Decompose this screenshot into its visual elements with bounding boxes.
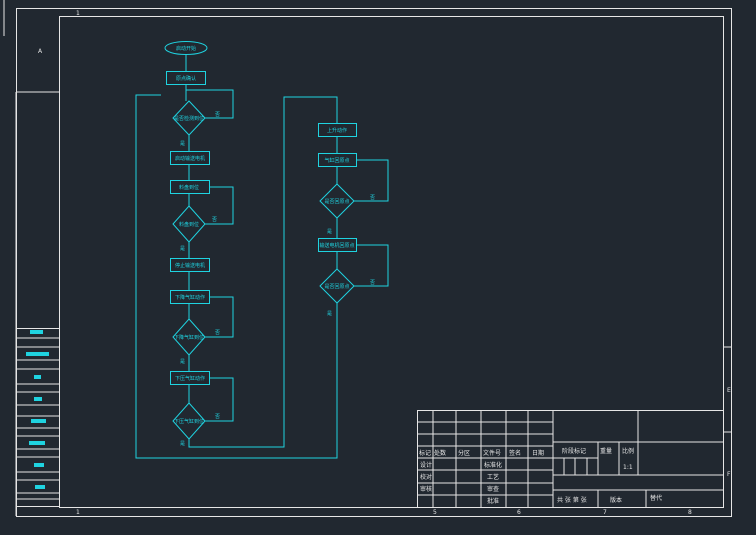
decision-lower-cyl-label: 下降气缸到位 bbox=[174, 334, 204, 341]
left-strip-table bbox=[16, 328, 60, 507]
svg-text:是: 是 bbox=[327, 229, 332, 235]
flowchart-right: 上升动作 气缸回原点 是否回原点 否 是 输送电机回原点 是否回原点 否 是 bbox=[318, 123, 389, 317]
stage-mark-label: 阶段标记 bbox=[562, 447, 586, 455]
svg-text:否: 否 bbox=[370, 280, 375, 286]
zone-label-5: 5 bbox=[433, 509, 437, 516]
zone-label-e: E bbox=[727, 387, 731, 394]
svg-text:标准化: 标准化 bbox=[484, 461, 502, 469]
svg-text:分区: 分区 bbox=[458, 449, 470, 457]
scale-value: 1:1 bbox=[623, 464, 633, 471]
decision-tray-label: 料盘到位 bbox=[179, 221, 199, 228]
svg-text:是: 是 bbox=[180, 359, 185, 365]
decision-cyl-home-label: 是否回原点 bbox=[324, 199, 349, 205]
svg-text:日期: 日期 bbox=[532, 449, 544, 457]
decision-motor-home-label: 是否回原点 bbox=[324, 284, 349, 290]
flowchart-left: 启动开始 原点确认 是否检测到位 否 是 启动输送电机 料盘到位 料盘到位 否 … bbox=[135, 41, 338, 459]
svg-text:标记: 标记 bbox=[419, 449, 431, 457]
process-press-cyl-label: 下压气缸动作 bbox=[175, 375, 205, 382]
weight-label: 重量 bbox=[600, 447, 612, 455]
svg-text:校对: 校对 bbox=[420, 473, 432, 481]
svg-text:否: 否 bbox=[370, 195, 375, 201]
process-lower-cyl-label: 下降气缸动作 bbox=[175, 294, 205, 301]
replace-label: 替代 bbox=[650, 494, 662, 502]
process-cyl-home-label: 气缸回原点 bbox=[324, 157, 349, 164]
svg-text:否: 否 bbox=[212, 217, 217, 223]
zone-label-6: 6 bbox=[517, 509, 521, 516]
svg-text:否: 否 bbox=[215, 414, 220, 420]
process-rise-label: 上升动作 bbox=[327, 127, 347, 134]
svg-text:否: 否 bbox=[215, 112, 220, 118]
version-label: 版本 bbox=[610, 496, 622, 504]
svg-text:批准: 批准 bbox=[487, 497, 499, 505]
process-start-motor-label: 启动输送电机 bbox=[175, 155, 205, 162]
svg-text:是: 是 bbox=[180, 246, 185, 252]
sheets-label: 共 张 第 张 bbox=[557, 496, 587, 504]
process-tray-in-place-label: 料盘到位 bbox=[179, 184, 199, 191]
zone-label-a: A bbox=[38, 48, 43, 55]
decision-press-cyl-label: 下压气缸到位 bbox=[174, 418, 204, 425]
process-stop-motor-label: 停止输送电机 bbox=[175, 262, 205, 269]
zone-label-7: 7 bbox=[603, 509, 607, 516]
zone-label-f: F bbox=[727, 471, 731, 478]
svg-text:签名: 签名 bbox=[509, 449, 521, 457]
svg-text:审查: 审查 bbox=[487, 485, 499, 493]
inner-border bbox=[59, 16, 724, 508]
svg-text:审核: 审核 bbox=[420, 485, 432, 493]
svg-text:是: 是 bbox=[180, 441, 185, 447]
svg-text:处数: 处数 bbox=[434, 449, 446, 457]
outer-border bbox=[16, 8, 732, 517]
zone-label-8: 8 bbox=[688, 509, 692, 516]
process-home-check-label: 原点确认 bbox=[176, 75, 196, 82]
svg-text:工艺: 工艺 bbox=[487, 473, 499, 481]
svg-text:是: 是 bbox=[180, 141, 185, 147]
scale-label: 比例 bbox=[622, 447, 634, 455]
process-motor-home-label: 输送电机回原点 bbox=[319, 242, 354, 249]
svg-text:是: 是 bbox=[327, 311, 332, 317]
zone-label-bottom: 1 bbox=[76, 509, 80, 516]
svg-text:设计: 设计 bbox=[420, 461, 432, 469]
svg-text:文件号: 文件号 bbox=[483, 449, 501, 457]
cad-drawing: 1 1 A E F 5 6 7 8 启动开始 原点确认 是否检测到位 否 是 启… bbox=[3, 0, 732, 517]
svg-text:否: 否 bbox=[215, 330, 220, 336]
zone-label-top: 1 bbox=[76, 10, 80, 17]
start-label: 启动开始 bbox=[176, 45, 196, 52]
title-block: 标记 处数 分区 文件号 签名 日期 设计 校对 审核 标准化 工艺 审查 批准… bbox=[417, 410, 724, 508]
decision-detected-label: 是否检测到位 bbox=[174, 115, 204, 122]
